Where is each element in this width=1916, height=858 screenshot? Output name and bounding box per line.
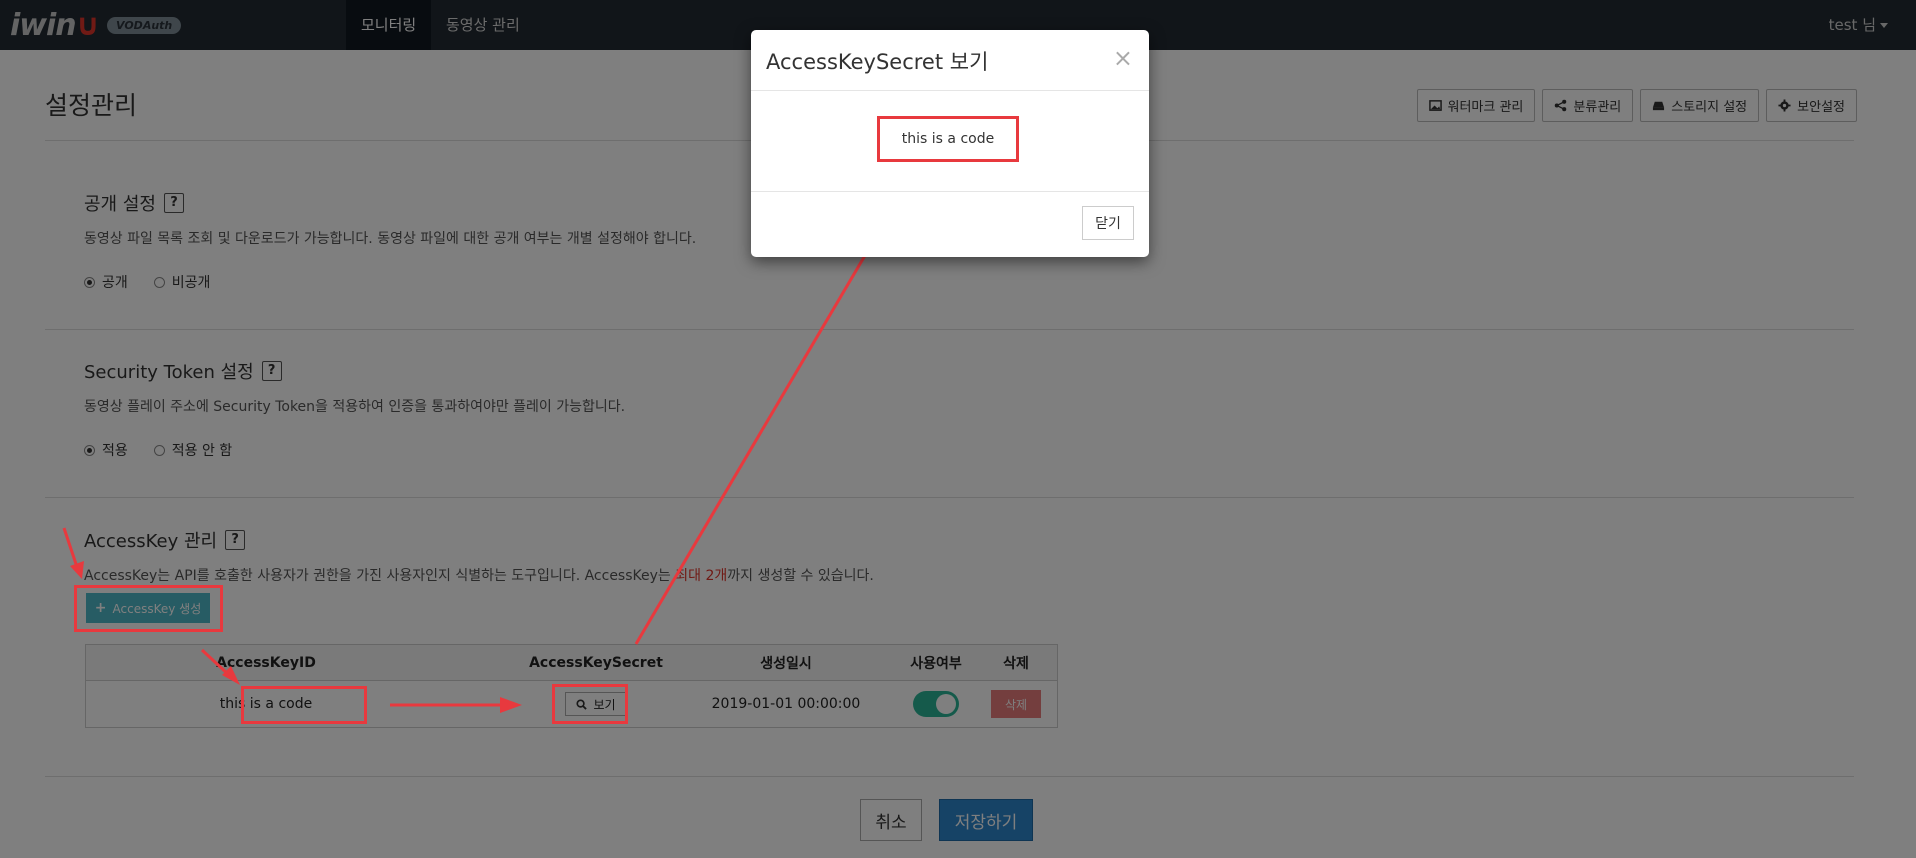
secret-code: this is a code (877, 116, 1019, 162)
modal-body: this is a code (751, 91, 1149, 192)
modal-title: AccessKeySecret 보기 (766, 50, 989, 74)
highlight-view-button (552, 684, 628, 724)
highlight-create-button (74, 585, 223, 632)
highlight-accesskey-id (241, 686, 367, 724)
modal-footer: 닫기 (751, 192, 1149, 256)
close-button[interactable]: 닫기 (1082, 206, 1134, 240)
close-icon[interactable]: × (1113, 44, 1133, 72)
modal-header: AccessKeySecret 보기 × (751, 30, 1149, 91)
secret-modal: AccessKeySecret 보기 × this is a code 닫기 (751, 30, 1149, 257)
